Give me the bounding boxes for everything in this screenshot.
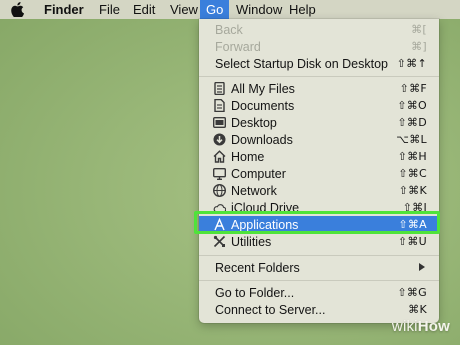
menu-item-shortcut: ⇧⌘U bbox=[397, 235, 427, 248]
menu-item-shortcut: ⇧⌘H bbox=[397, 150, 427, 163]
menu-item-label: All My Files bbox=[231, 81, 295, 96]
menu-item-label: Select Startup Disk on Desktop bbox=[215, 56, 388, 71]
menu-item-shortcut: ⌥⌘L bbox=[396, 133, 427, 146]
menu-item-icloud-drive[interactable]: iCloud Drive ⇧⌘I bbox=[199, 199, 439, 216]
menu-item-go-to-folder[interactable]: Go to Folder... ⇧⌘G bbox=[199, 284, 439, 301]
apple-menu[interactable] bbox=[0, 0, 34, 19]
apple-icon bbox=[10, 2, 24, 17]
menu-file[interactable]: File bbox=[92, 0, 126, 19]
downloads-icon bbox=[213, 133, 226, 146]
menu-item-shortcut: ⇧⌘↑ bbox=[396, 57, 427, 70]
watermark-how: How bbox=[417, 318, 450, 335]
menu-item-downloads[interactable]: Downloads ⌥⌘L bbox=[199, 131, 439, 148]
menu-bar: Finder File Edit View Go Window Help bbox=[0, 0, 460, 19]
menu-item-shortcut: ⇧⌘G bbox=[397, 286, 427, 299]
menu-item-shortcut: ⇧⌘D bbox=[397, 116, 427, 129]
menu-item-network[interactable]: Network ⇧⌘K bbox=[199, 182, 439, 199]
network-icon bbox=[213, 184, 226, 197]
menu-item-shortcut: ⇧⌘F bbox=[399, 82, 427, 95]
menu-item-label: Forward bbox=[215, 39, 261, 54]
icloud-icon bbox=[213, 201, 226, 214]
menu-window[interactable]: Window bbox=[229, 0, 282, 19]
go-menu-dropdown: Back ⌘[ Forward ⌘] Select Startup Disk o… bbox=[199, 19, 439, 323]
menu-item-label: Recent Folders bbox=[215, 260, 300, 275]
desktop-icon bbox=[213, 116, 226, 129]
menu-item-label: Utilities bbox=[231, 234, 272, 249]
menu-item-recent-folders[interactable]: Recent Folders bbox=[199, 259, 439, 276]
menu-item-label: Network bbox=[231, 183, 277, 198]
menu-item-label: Applications bbox=[231, 217, 299, 232]
menu-separator bbox=[199, 280, 439, 281]
menu-separator bbox=[199, 76, 439, 77]
menu-view[interactable]: View bbox=[163, 0, 200, 19]
menu-go[interactable]: Go bbox=[200, 0, 229, 19]
menu-finder[interactable]: Finder bbox=[34, 0, 92, 19]
menu-item-label: Computer bbox=[231, 166, 286, 181]
menu-item-label: iCloud Drive bbox=[231, 200, 300, 215]
computer-icon bbox=[213, 167, 226, 180]
menu-item-shortcut: ⇧⌘K bbox=[398, 184, 427, 197]
menu-item-forward[interactable]: Forward ⌘] bbox=[199, 38, 439, 55]
menu-item-select-startup-disk[interactable]: Select Startup Disk on Desktop ⇧⌘↑ bbox=[199, 55, 439, 72]
menu-item-label: Desktop bbox=[231, 115, 277, 130]
menu-item-label: Documents bbox=[231, 98, 295, 113]
menu-item-label: Connect to Server... bbox=[215, 302, 326, 317]
menu-item-applications[interactable]: Applications ⇧⌘A bbox=[199, 216, 439, 233]
menu-item-shortcut: ⌘[ bbox=[411, 23, 427, 36]
menu-item-connect-to-server[interactable]: Connect to Server... ⌘K bbox=[199, 301, 439, 318]
menu-item-label: Downloads bbox=[231, 132, 293, 147]
menu-edit[interactable]: Edit bbox=[126, 0, 163, 19]
watermark-wiki: wiki bbox=[391, 318, 418, 335]
utilities-icon bbox=[213, 235, 226, 248]
menu-help[interactable]: Help bbox=[282, 0, 322, 19]
menu-item-documents[interactable]: Documents ⇧⌘O bbox=[199, 97, 439, 114]
menu-separator bbox=[199, 255, 439, 256]
menu-item-shortcut: ⇧⌘O bbox=[397, 99, 427, 112]
menu-item-shortcut: ⇧⌘C bbox=[398, 167, 427, 180]
menu-item-home[interactable]: Home ⇧⌘H bbox=[199, 148, 439, 165]
menu-item-desktop[interactable]: Desktop ⇧⌘D bbox=[199, 114, 439, 131]
menu-item-shortcut: ⇧⌘I bbox=[402, 201, 427, 214]
menu-item-label: Go to Folder... bbox=[215, 285, 295, 300]
menu-item-label: Back bbox=[215, 22, 243, 37]
menu-item-all-my-files[interactable]: All My Files ⇧⌘F bbox=[199, 80, 439, 97]
documents-icon bbox=[213, 99, 226, 112]
menu-item-utilities[interactable]: Utilities ⇧⌘U bbox=[199, 233, 439, 250]
menu-item-back[interactable]: Back ⌘[ bbox=[199, 21, 439, 38]
home-icon bbox=[213, 150, 226, 163]
all-my-files-icon bbox=[213, 82, 226, 95]
applications-icon bbox=[213, 218, 226, 231]
wikihow-watermark: wikiHow bbox=[392, 318, 450, 335]
menu-item-label: Home bbox=[231, 149, 265, 164]
menu-item-computer[interactable]: Computer ⇧⌘C bbox=[199, 165, 439, 182]
menu-item-shortcut: ⇧⌘A bbox=[398, 218, 427, 231]
menu-item-shortcut: ⌘K bbox=[408, 303, 427, 316]
menu-item-shortcut: ⌘] bbox=[411, 40, 427, 53]
submenu-arrow-icon bbox=[419, 263, 425, 271]
